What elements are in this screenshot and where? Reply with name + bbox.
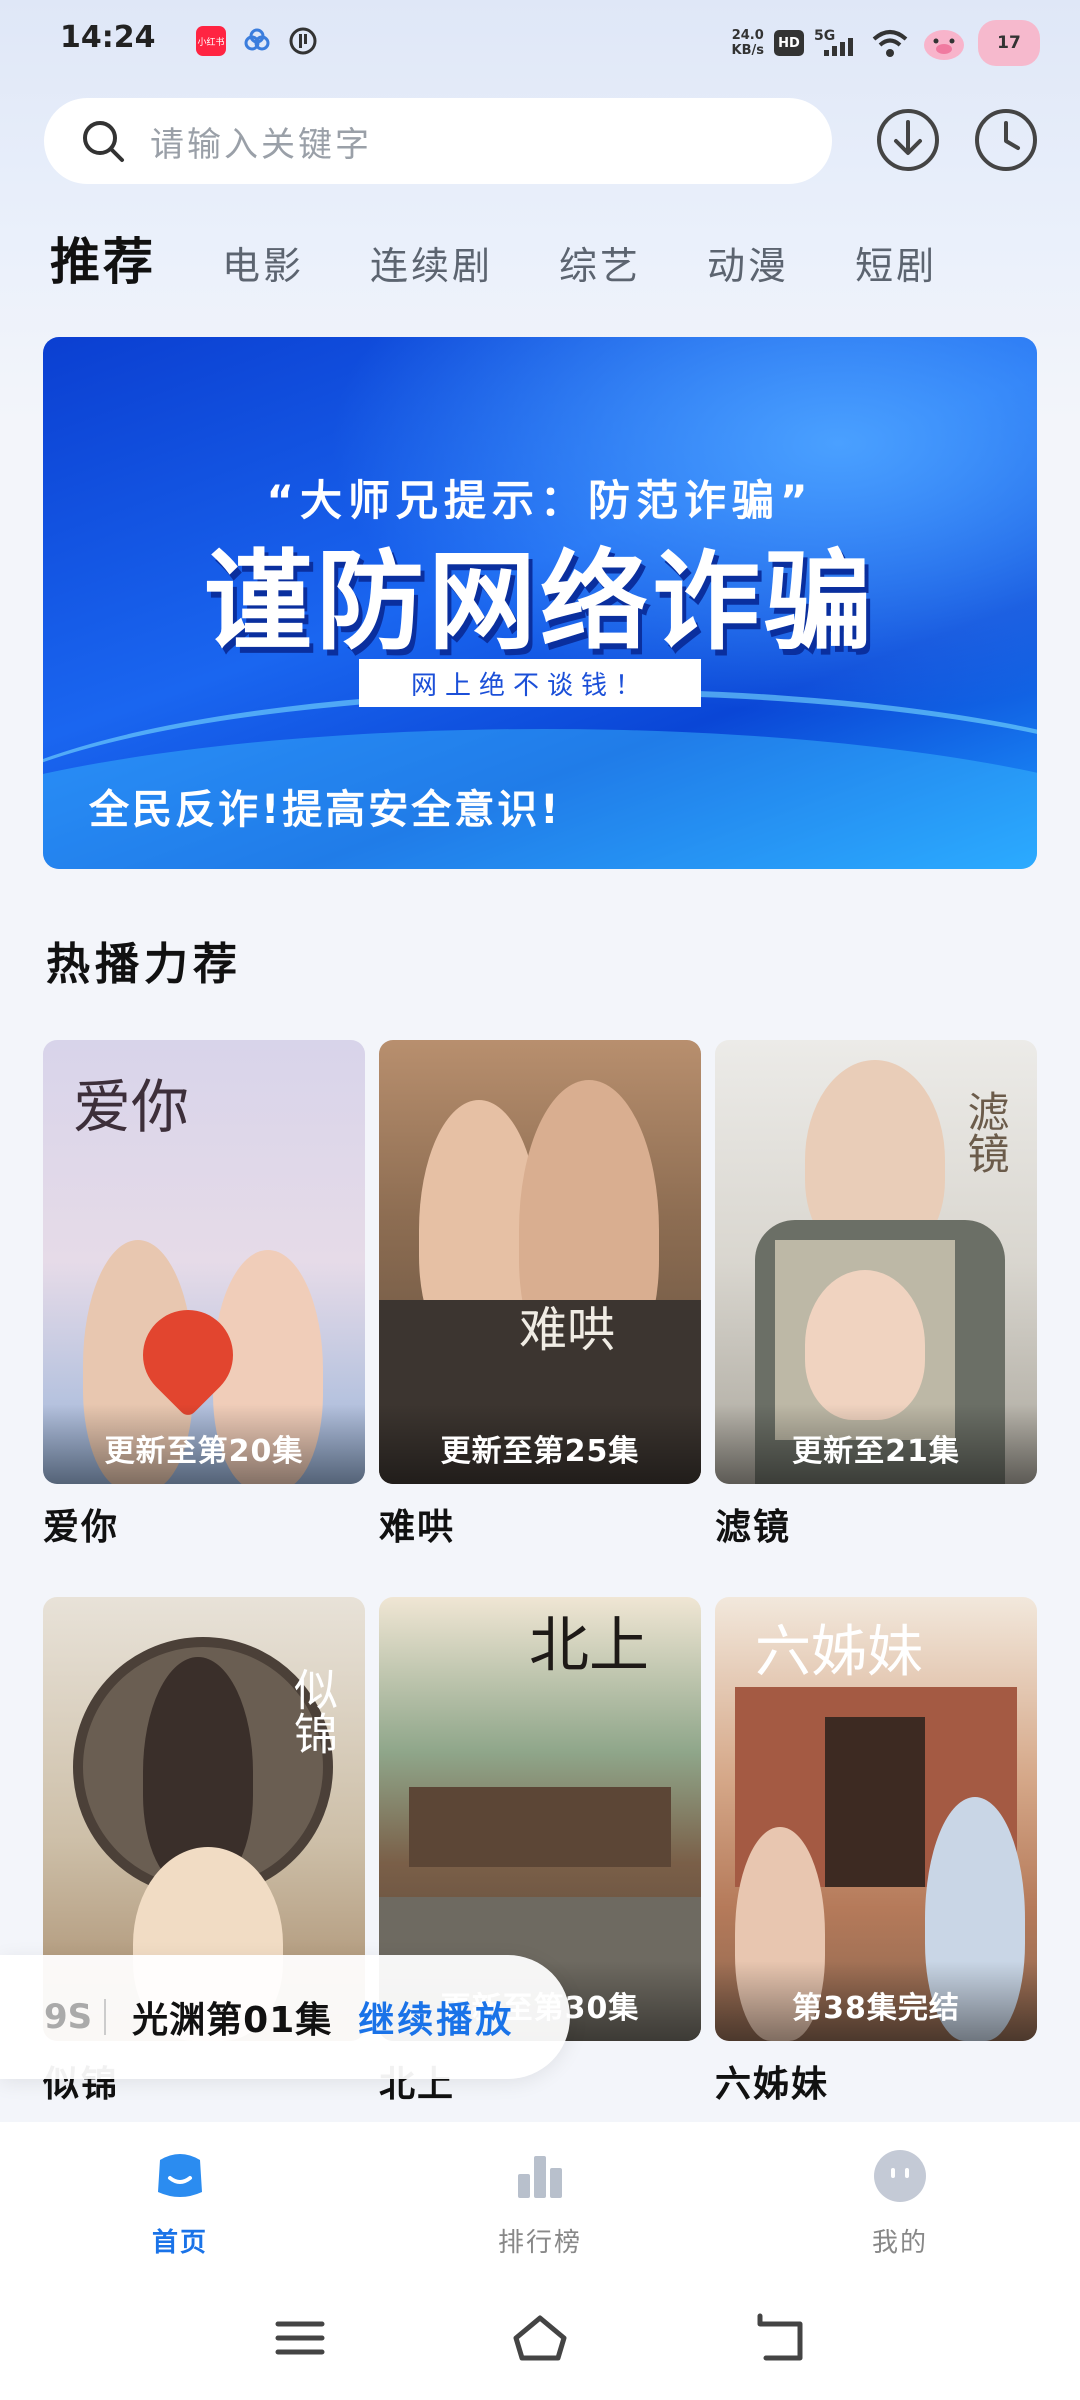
home-icon[interactable] bbox=[510, 2308, 570, 2368]
nav-profile-label: 我的 bbox=[871, 2228, 928, 2258]
home-tv-icon bbox=[158, 2154, 202, 2197]
battery-level: 17 bbox=[997, 33, 1021, 53]
pig-sticker-icon bbox=[924, 30, 964, 60]
search-icon bbox=[83, 121, 124, 162]
poster-title-art: 北上 bbox=[529, 1611, 649, 1681]
tab-short-drama[interactable]: 短剧 bbox=[855, 235, 937, 290]
history-clock-icon[interactable] bbox=[972, 106, 1040, 174]
poster-image: 难哄 更新至第25集 bbox=[379, 1040, 701, 1484]
poster-title-art: 滤镜 bbox=[961, 1090, 1010, 1174]
continue-play-button[interactable]: 继续播放 bbox=[358, 1991, 514, 2043]
cloud-app-icon bbox=[244, 28, 270, 51]
section-title: 热播力荐 bbox=[46, 939, 242, 990]
episode-badge: 更新至21集 bbox=[715, 1404, 1037, 1484]
wifi-icon bbox=[872, 30, 908, 57]
poster-title-art: 爱你 bbox=[73, 1073, 190, 1141]
nav-ranking[interactable]: 排行榜 bbox=[460, 2146, 620, 2259]
tab-anime[interactable]: 动漫 bbox=[707, 235, 789, 290]
status-time: 14:24 bbox=[60, 20, 156, 55]
banner-footer: 全民反诈!提高安全意识! bbox=[89, 787, 562, 833]
net-speed: 24.0 KB/s bbox=[732, 28, 764, 58]
banner-title: 谨防网络诈骗 bbox=[203, 540, 876, 665]
profile-face-icon bbox=[874, 2150, 926, 2202]
menu-icon[interactable] bbox=[270, 2308, 330, 2368]
net-speed-value: 24.0 bbox=[731, 28, 764, 43]
battery-icon: 17 bbox=[978, 20, 1040, 66]
poster-image: 六姊妹 第38集完结 bbox=[715, 1597, 1037, 2041]
card-title: 爱你 bbox=[43, 1507, 120, 1548]
promo-banner[interactable]: “大师兄提示：防范诈骗” 谨防网络诈骗 网上绝不谈钱！ 全民反诈!提高安全意识! bbox=[43, 337, 1037, 869]
tab-movies[interactable]: 电影 bbox=[222, 235, 304, 290]
banner-box-text: 网上绝不谈钱！ bbox=[359, 659, 701, 707]
drama-card[interactable]: 爱你 更新至第20集 爱你 bbox=[43, 1040, 365, 1550]
status-bar: 14:24 小红书 24.0 KB/s HD 5G 17 bbox=[0, 0, 1080, 80]
signal-icon: 5G bbox=[814, 28, 860, 58]
ranking-bars-icon bbox=[518, 2156, 562, 2198]
search-placeholder: 请输入关键字 bbox=[150, 124, 372, 165]
poster-image: 滤镜 更新至21集 bbox=[715, 1040, 1037, 1484]
card-title: 滤镜 bbox=[715, 1507, 792, 1548]
category-tabs: 推荐 电影 连续剧 综艺 动漫 短剧 bbox=[50, 222, 1003, 292]
net-speed-unit: KB/s bbox=[731, 43, 764, 58]
drama-card[interactable]: 难哄 更新至第25集 难哄 bbox=[379, 1040, 701, 1550]
xiaohongshu-app-icon: 小红书 bbox=[196, 26, 226, 56]
drama-card[interactable]: 六姊妹 第38集完结 六姊妹 bbox=[715, 1597, 1037, 2107]
back-icon[interactable] bbox=[750, 2308, 810, 2368]
bottom-nav: 首页 排行榜 我的 bbox=[0, 2122, 1080, 2272]
notification-app-icon bbox=[289, 27, 317, 55]
search-bar[interactable]: 请输入关键字 bbox=[44, 98, 832, 184]
system-nav-bar bbox=[0, 2272, 1080, 2400]
divider bbox=[104, 1999, 107, 2035]
poster-title-art: 难哄 bbox=[519, 1302, 616, 1358]
continue-title: 光渊第01集 bbox=[132, 2000, 333, 2041]
hd-badge: HD bbox=[774, 30, 804, 56]
nav-profile[interactable]: 我的 bbox=[820, 2146, 980, 2259]
tab-recommend[interactable]: 推荐 bbox=[50, 222, 156, 294]
poster-title-art: 六姊妹 bbox=[755, 1620, 923, 1685]
nav-home-label: 首页 bbox=[151, 2228, 208, 2258]
drama-card[interactable]: 滤镜 更新至21集 滤镜 bbox=[715, 1040, 1037, 1550]
card-title: 难哄 bbox=[379, 1507, 456, 1548]
download-icon[interactable] bbox=[874, 106, 942, 174]
poster-title-art: 似锦 bbox=[286, 1667, 337, 1755]
tab-series[interactable]: 连续剧 bbox=[370, 235, 493, 290]
episode-badge: 第38集完结 bbox=[715, 1961, 1037, 2041]
episode-badge: 更新至第20集 bbox=[43, 1404, 365, 1484]
card-title: 六姊妹 bbox=[715, 2064, 830, 2105]
nav-ranking-label: 排行榜 bbox=[497, 2228, 582, 2258]
continue-play-bar[interactable]: 9S 光渊第01集 继续播放 bbox=[0, 1955, 570, 2079]
nav-home[interactable]: 首页 bbox=[100, 2146, 260, 2259]
episode-badge: 更新至第25集 bbox=[379, 1404, 701, 1484]
continue-episode-partial: 9S bbox=[44, 1997, 93, 2037]
poster-image: 爱你 更新至第20集 bbox=[43, 1040, 365, 1484]
tab-variety[interactable]: 综艺 bbox=[559, 235, 641, 290]
